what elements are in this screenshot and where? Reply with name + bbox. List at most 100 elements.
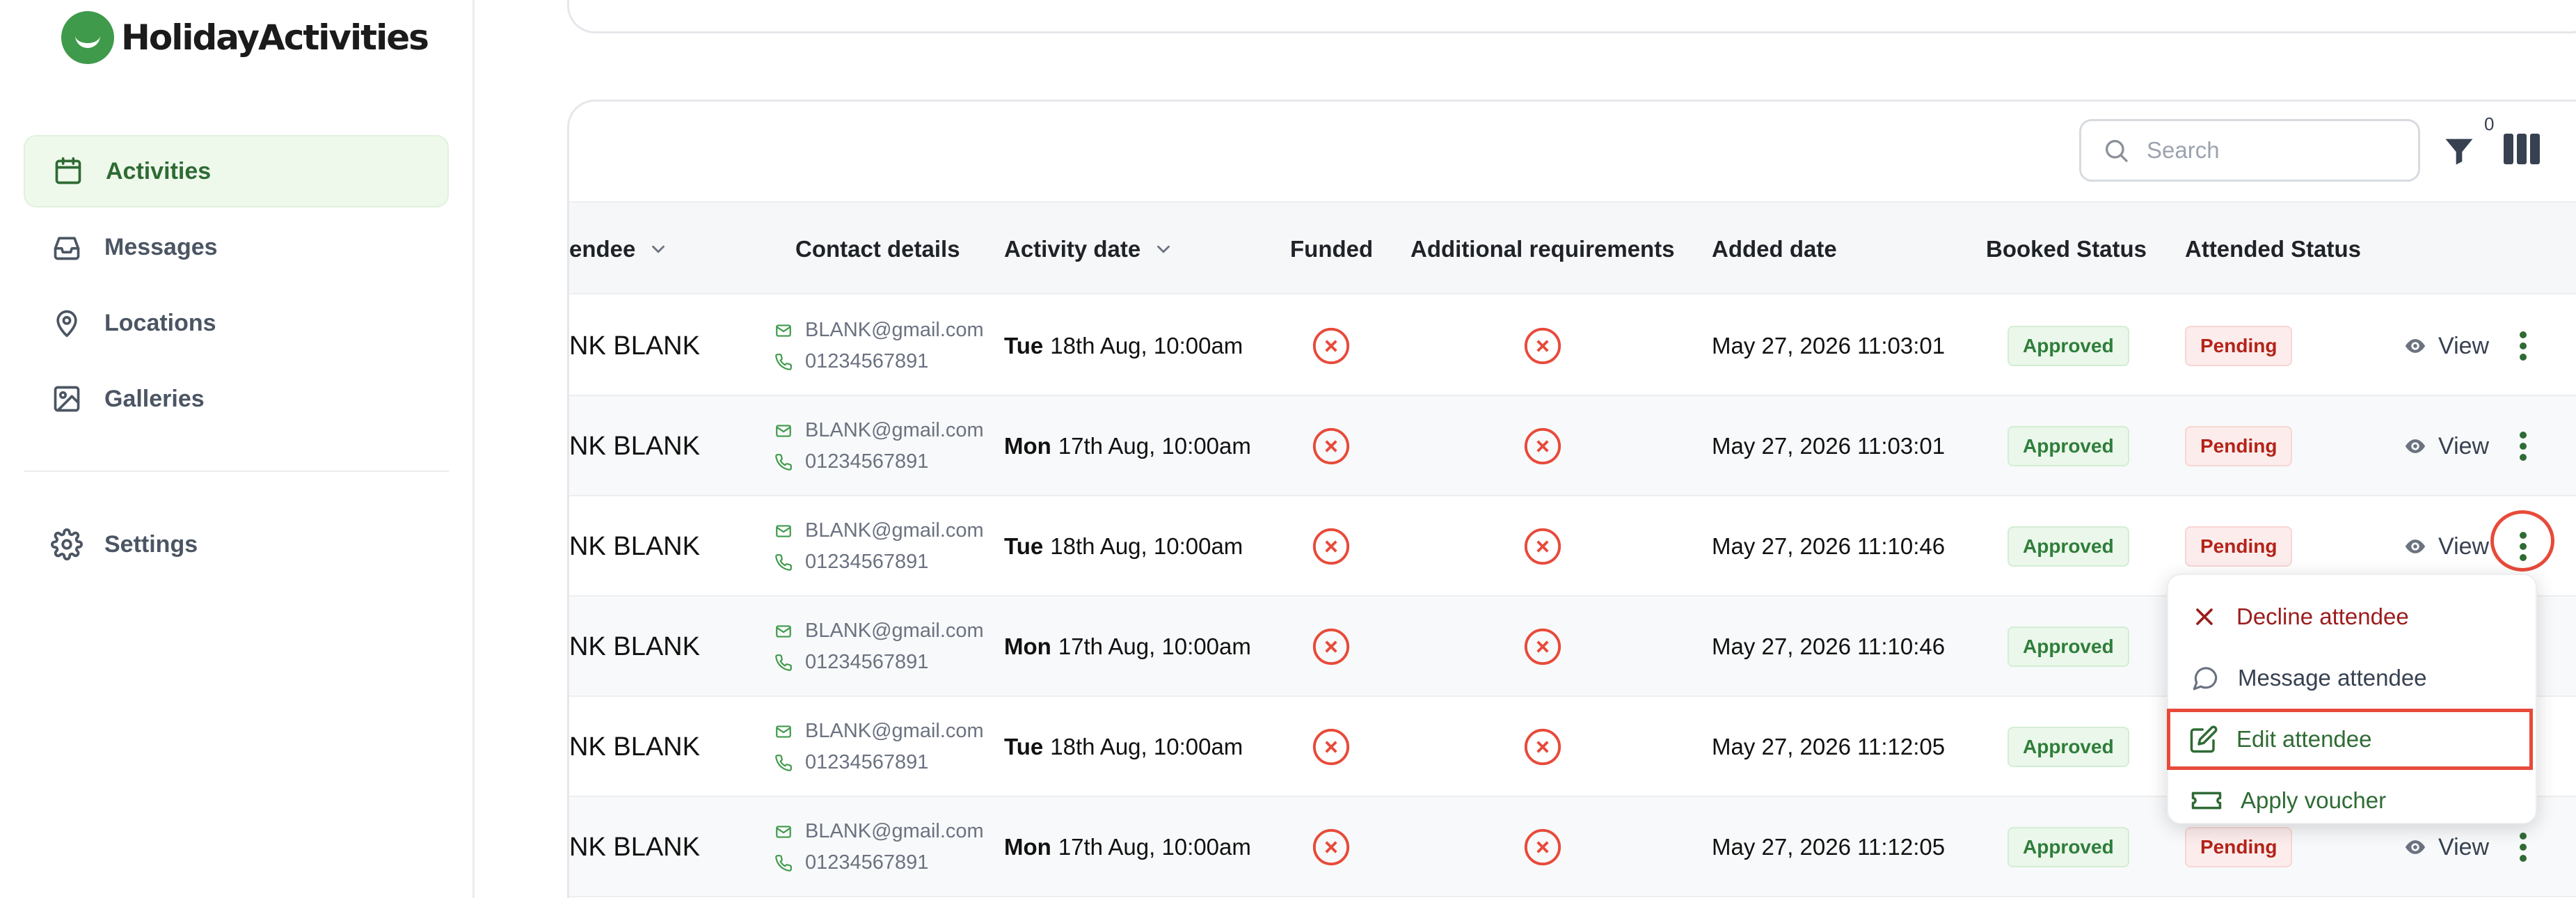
activity-day: Mon bbox=[1004, 633, 1051, 659]
x-circle-icon bbox=[1524, 528, 1561, 565]
mail-icon bbox=[776, 524, 791, 537]
activity-day: Tue bbox=[1004, 533, 1044, 559]
column-additional-requirements: Additional requirements bbox=[1410, 203, 1675, 296]
view-label: View bbox=[2438, 332, 2490, 359]
contact-details: BLANK@gmail.com 01234567891 bbox=[774, 396, 984, 496]
search-placeholder: Search bbox=[2147, 137, 2220, 163]
attended-status: Pending bbox=[2185, 296, 2293, 396]
additional-requirements-status bbox=[1522, 296, 1563, 396]
contact-phone[interactable]: 01234567891 bbox=[805, 851, 928, 874]
map-pin-icon bbox=[50, 306, 84, 340]
activity-datetime: 17th Aug, 10:00am bbox=[1058, 834, 1251, 860]
booked-status: Approved bbox=[2007, 396, 2129, 496]
attendee-name: NK BLANK bbox=[569, 531, 700, 561]
filter-button[interactable] bbox=[2441, 133, 2480, 172]
status-badge: Approved bbox=[2007, 827, 2129, 867]
view-label: View bbox=[2438, 432, 2490, 459]
contact-email[interactable]: BLANK@gmail.com bbox=[805, 820, 984, 843]
filter-icon bbox=[2445, 139, 2473, 165]
edit-icon bbox=[2190, 725, 2218, 753]
booked-status: Approved bbox=[2007, 697, 2129, 797]
activity-day: Mon bbox=[1004, 834, 1051, 860]
sidebar-item-activities[interactable]: Activities bbox=[24, 135, 449, 207]
view-link[interactable]: View bbox=[2403, 296, 2489, 396]
kebab-icon bbox=[2520, 833, 2527, 862]
gear-icon bbox=[50, 528, 84, 561]
message-attendee-item[interactable]: Message attendee bbox=[2168, 647, 2536, 709]
chevron-down-icon bbox=[1153, 239, 1174, 260]
sidebar: HolidayActivities Activities Messages Lo… bbox=[0, 0, 475, 898]
view-link[interactable]: View bbox=[2403, 396, 2489, 496]
sidebar-item-settings[interactable]: Settings bbox=[24, 508, 449, 581]
activity-datetime: 18th Aug, 10:00am bbox=[1050, 734, 1243, 759]
x-circle-icon bbox=[1312, 528, 1350, 565]
image-icon bbox=[50, 382, 84, 416]
contact-details: BLANK@gmail.com 01234567891 bbox=[774, 697, 984, 797]
sidebar-item-messages[interactable]: Messages bbox=[24, 211, 449, 283]
phone-icon bbox=[775, 453, 792, 471]
contact-details: BLANK@gmail.com 01234567891 bbox=[774, 296, 984, 396]
activity-datetime: 18th Aug, 10:00am bbox=[1050, 333, 1243, 359]
booked-status: Approved bbox=[2007, 797, 2129, 897]
mail-icon bbox=[776, 424, 791, 437]
column-label: endee bbox=[569, 236, 636, 262]
search-input[interactable]: Search bbox=[2079, 119, 2420, 182]
added-date: May 27, 2026 11:12:05 bbox=[1712, 734, 1946, 759]
sidebar-item-label: Messages bbox=[104, 233, 218, 260]
contact-email[interactable]: BLANK@gmail.com bbox=[805, 519, 984, 542]
chevron-down-icon bbox=[648, 239, 669, 260]
contact-phone[interactable]: 01234567891 bbox=[805, 551, 928, 574]
contact-phone[interactable]: 01234567891 bbox=[805, 350, 928, 373]
sidebar-item-galleries[interactable]: Galleries bbox=[24, 363, 449, 435]
activity-datetime: 17th Aug, 10:00am bbox=[1058, 433, 1251, 459]
status-badge: Approved bbox=[2007, 426, 2129, 466]
x-circle-icon bbox=[1312, 828, 1350, 866]
activity-date: Tue 18th Aug, 10:00am bbox=[1004, 496, 1243, 597]
phone-icon bbox=[775, 854, 792, 872]
phone-icon bbox=[775, 654, 792, 671]
activity-date: Mon 17th Aug, 10:00am bbox=[1004, 396, 1251, 496]
eye-icon bbox=[2405, 339, 2426, 353]
edit-attendee-item[interactable]: Edit attendee bbox=[2167, 709, 2533, 770]
additional-requirements-status bbox=[1522, 797, 1563, 897]
apply-voucher-item[interactable]: Apply voucher bbox=[2168, 770, 2536, 831]
attended-status: Pending bbox=[2185, 396, 2293, 496]
inbox-icon bbox=[50, 230, 84, 264]
columns-button[interactable] bbox=[2504, 134, 2543, 168]
sidebar-item-label: Activities bbox=[106, 157, 212, 184]
sidebar-item-label: Locations bbox=[104, 309, 216, 336]
additional-requirements-status bbox=[1522, 597, 1563, 697]
row-actions bbox=[2505, 396, 2541, 496]
mail-icon bbox=[776, 624, 791, 638]
more-actions-button[interactable] bbox=[2505, 324, 2541, 368]
decline-attendee-item[interactable]: Decline attendee bbox=[2168, 586, 2536, 647]
contact-email[interactable]: BLANK@gmail.com bbox=[805, 319, 984, 342]
column-activity-date[interactable]: Activity date bbox=[1004, 203, 1174, 296]
sidebar-nav: Activities Messages Locations Galleries bbox=[24, 135, 449, 439]
funded-status bbox=[1311, 697, 1351, 797]
attendee-name: NK BLANK bbox=[569, 631, 700, 661]
menu-item-label: Apply voucher bbox=[2241, 787, 2387, 813]
column-attended-status: Attended Status bbox=[2185, 203, 2361, 296]
phone-icon bbox=[775, 553, 792, 571]
column-label: Booked Status bbox=[1986, 236, 2147, 262]
contact-phone[interactable]: 01234567891 bbox=[805, 751, 928, 774]
sidebar-item-label: Settings bbox=[104, 530, 198, 558]
status-badge: Pending bbox=[2185, 827, 2293, 867]
x-circle-icon bbox=[1524, 828, 1561, 866]
contact-email[interactable]: BLANK@gmail.com bbox=[805, 419, 984, 442]
menu-item-label: Edit attendee bbox=[2236, 726, 2372, 752]
more-actions-button[interactable] bbox=[2505, 825, 2541, 869]
contact-phone[interactable]: 01234567891 bbox=[805, 651, 928, 674]
more-actions-button[interactable] bbox=[2505, 424, 2541, 468]
contact-email[interactable]: BLANK@gmail.com bbox=[805, 620, 984, 643]
table-toolbar: Search 0 bbox=[569, 102, 2576, 201]
brand-logo[interactable]: HolidayActivities bbox=[61, 11, 429, 64]
sidebar-item-locations[interactable]: Locations bbox=[24, 287, 449, 359]
chat-bubble-icon bbox=[2193, 667, 2218, 691]
contact-email[interactable]: BLANK@gmail.com bbox=[805, 720, 984, 743]
contact-phone[interactable]: 01234567891 bbox=[805, 450, 928, 473]
additional-requirements-status bbox=[1522, 496, 1563, 597]
column-attendee[interactable]: endee bbox=[569, 203, 669, 296]
contact-details: BLANK@gmail.com 01234567891 bbox=[774, 496, 984, 597]
